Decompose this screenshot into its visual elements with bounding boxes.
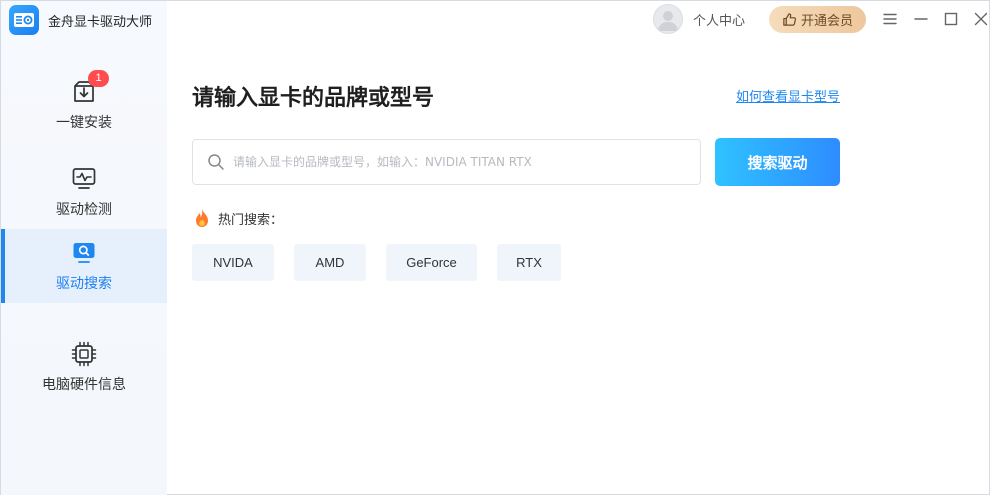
how-to-check-model-link[interactable]: 如何查看显卡型号 — [736, 86, 840, 105]
hamburger-menu-icon — [883, 13, 897, 25]
fire-icon — [196, 209, 208, 227]
user-center-label: 个人中心 — [693, 13, 746, 29]
monitor-search-icon — [71, 240, 97, 266]
sidebar-item-hardware-info[interactable]: 电脑硬件信息 — [1, 330, 167, 404]
search-driver-button[interactable]: 搜索驱动 — [715, 138, 840, 186]
close-button[interactable] — [972, 10, 990, 28]
vip-button[interactable]: 开通会员 — [769, 6, 866, 33]
search-box — [192, 139, 701, 185]
minimize-button[interactable] — [912, 10, 930, 28]
sidebar-item-one-click-install[interactable]: 1 一键安装 — [1, 68, 167, 142]
hot-tag-amd[interactable]: AMD — [294, 244, 366, 281]
sidebar-item-label: 电脑硬件信息 — [42, 376, 126, 393]
vip-label: 开通会员 — [800, 14, 853, 29]
menu-button[interactable] — [881, 10, 899, 28]
hot-search-label: 热门搜索： — [218, 212, 284, 228]
hot-tag-nvida[interactable]: NVIDA — [192, 244, 274, 281]
sidebar-item-driver-detect[interactable]: 驱动检测 — [1, 155, 167, 229]
hot-tag-rtx[interactable]: RTX — [497, 244, 561, 281]
maximize-icon — [944, 12, 958, 26]
sidebar-item-label: 驱动检测 — [56, 201, 112, 218]
close-icon — [974, 12, 988, 26]
hot-tag-geforce[interactable]: GeForce — [386, 244, 477, 281]
sidebar-item-label: 一键安装 — [56, 114, 112, 131]
search-icon — [208, 154, 224, 170]
sidebar-item-driver-search[interactable]: 驱动搜索 — [1, 229, 167, 303]
sidebar-item-label: 驱动搜索 — [56, 275, 112, 292]
user-center-button[interactable]: 个人中心 — [653, 4, 745, 34]
app-brand: 金舟显卡驱动大师 — [9, 5, 152, 35]
sidebar: 金舟显卡驱动大师 1 一键安装 驱动检测 驱动搜索 电脑硬件信息 — [1, 1, 167, 495]
app-logo-icon — [9, 5, 39, 35]
app-title: 金舟显卡驱动大师 — [48, 14, 153, 30]
title-bar: 个人中心 开通会员 — [167, 1, 989, 37]
thumbs-up-icon — [783, 13, 797, 26]
avatar — [653, 4, 683, 34]
notification-badge: 1 — [88, 69, 109, 87]
monitor-pulse-icon — [71, 166, 97, 192]
maximize-button[interactable] — [942, 10, 960, 28]
chip-icon — [71, 341, 97, 367]
page-title: 请输入显卡的品牌或型号 — [192, 86, 435, 111]
download-box-icon: 1 — [71, 69, 109, 105]
hot-search-row: 热门搜索： — [194, 207, 283, 229]
minimize-icon — [914, 18, 928, 20]
user-icon — [658, 11, 678, 31]
search-input[interactable] — [233, 142, 700, 182]
